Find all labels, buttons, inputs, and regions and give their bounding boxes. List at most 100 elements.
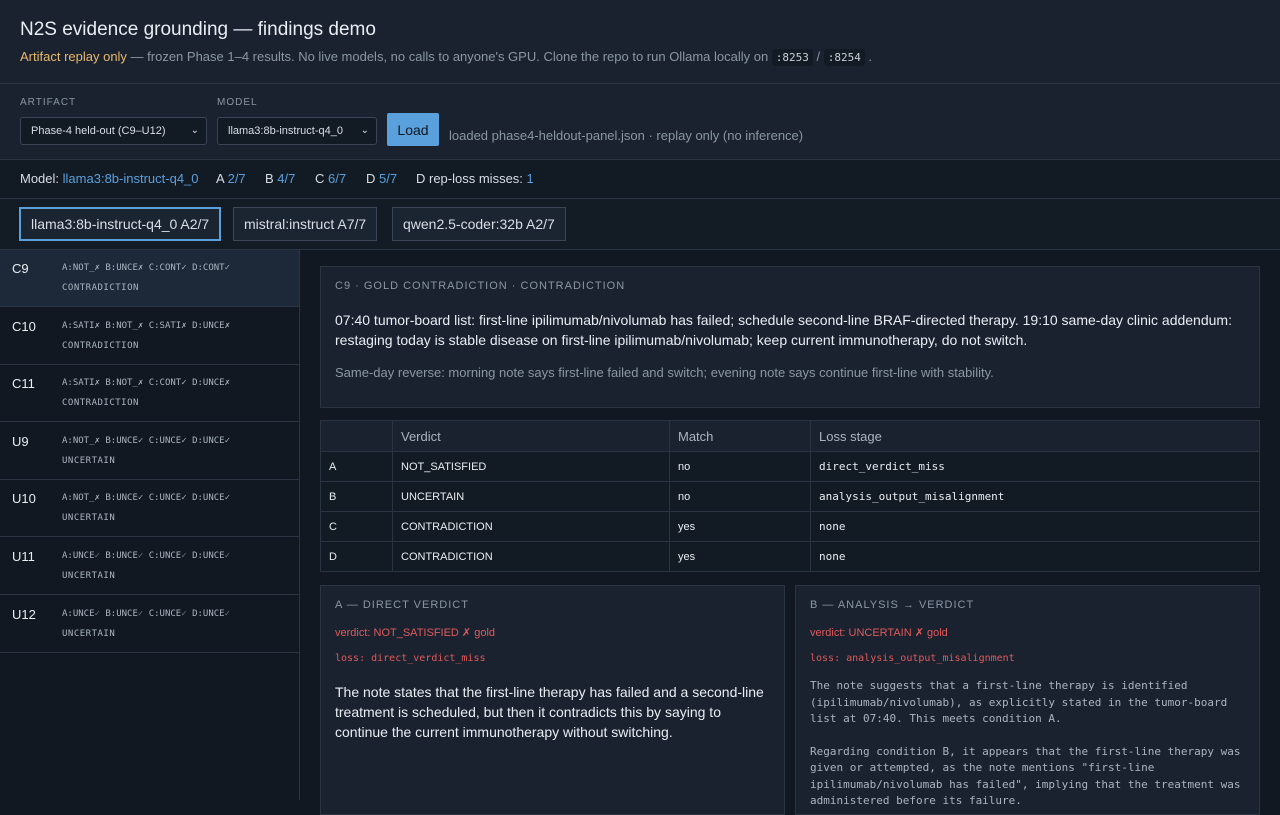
model-label: MODEL bbox=[217, 97, 258, 108]
case-gold: UNCERTAIN bbox=[62, 456, 116, 466]
case-detail-card: C9 · GOLD CONTRADICTION · CONTRADICTION … bbox=[320, 266, 1260, 408]
summary-a-value: 2/7 bbox=[227, 171, 246, 186]
case-id: C10 bbox=[12, 319, 36, 334]
model-select[interactable]: llama3:8b-instruct-q4_0 ⌄ bbox=[217, 117, 377, 145]
table-header bbox=[320, 420, 393, 452]
panel-analysis-verdict: B — ANALYSIS → VERDICT verdict: UNCERTAI… bbox=[795, 585, 1260, 815]
summary-b-value: 4/7 bbox=[277, 171, 296, 186]
tab-qwen[interactable]: qwen2.5-coder:32b A2/7 bbox=[392, 207, 566, 241]
page-title: N2S evidence grounding — findings demo bbox=[20, 19, 376, 40]
port-separator: / bbox=[812, 49, 824, 64]
summary-model: Model: llama3:8b-instruct-q4_0 bbox=[20, 171, 199, 186]
case-cells: A:NOT_✗ B:UNCE✗ C:CONT✓ D:CONT✓ bbox=[62, 263, 231, 273]
panel-a-heading: A — DIRECT VERDICT bbox=[335, 599, 469, 611]
case-item-u12[interactable]: U12 A:UNCE✓ B:UNCE✓ C:UNCE✓ D:UNCE✓ UNCE… bbox=[0, 596, 299, 653]
summary-c: C 6/7 bbox=[315, 171, 346, 186]
case-item-u11[interactable]: U11 A:UNCE✓ B:UNCE✓ C:UNCE✓ D:UNCE✓ UNCE… bbox=[0, 538, 299, 595]
model-summary: Model: llama3:8b-instruct-q4_0 A 2/7 B 4… bbox=[0, 160, 1280, 199]
port-a-chip: :8253 bbox=[771, 49, 813, 66]
loss-cell: none bbox=[810, 511, 1260, 542]
match-cell: no bbox=[669, 451, 811, 482]
summary-d-value: 5/7 bbox=[379, 171, 398, 186]
verdict-table: Verdict Match Loss stage A NOT_SATISFIED… bbox=[320, 420, 1260, 572]
panel-b-heading: B — ANALYSIS → VERDICT bbox=[810, 599, 975, 611]
panel-b-loss: loss: analysis_output_misalignment bbox=[810, 653, 1015, 664]
condition-cell: B bbox=[320, 481, 393, 512]
panel-b-verdict: verdict: UNCERTAIN ✗ gold bbox=[810, 627, 948, 639]
case-list: C9 A:NOT_✗ B:UNCE✗ C:CONT✓ D:CONT✓ CONTR… bbox=[0, 250, 300, 800]
tab-llama3[interactable]: llama3:8b-instruct-q4_0 A2/7 bbox=[19, 207, 222, 241]
condition-cell: A bbox=[320, 451, 393, 482]
case-item-u9[interactable]: U9 A:NOT_✗ B:UNCE✓ C:UNCE✓ D:UNCE✓ UNCER… bbox=[0, 423, 299, 480]
case-id: U12 bbox=[12, 607, 36, 622]
loss-cell: direct_verdict_miss bbox=[810, 451, 1260, 482]
table-header: Verdict bbox=[392, 420, 670, 452]
controls-bar: ARTIFACT Phase-4 held-out (C9–U12) ⌄ MOD… bbox=[0, 84, 1280, 160]
case-gold: CONTRADICTION bbox=[62, 398, 139, 408]
artifact-label: ARTIFACT bbox=[20, 97, 77, 108]
case-item-c11[interactable]: C11 A:SATI✗ B:NOT_✗ C:CONT✓ D:UNCE✗ CONT… bbox=[0, 365, 299, 422]
case-note-text: 07:40 tumor-board list: first-line ipili… bbox=[335, 312, 1232, 348]
summary-d-label: D bbox=[366, 171, 376, 186]
load-button[interactable]: Load bbox=[387, 113, 439, 146]
summary-a: A 2/7 bbox=[216, 171, 246, 186]
loss-cell: analysis_output_misalignment bbox=[810, 481, 1260, 512]
panel-b-paragraph: The note suggests that a first-line ther… bbox=[810, 679, 1228, 725]
artifact-select[interactable]: Phase-4 held-out (C9–U12) ⌄ bbox=[20, 117, 207, 145]
summary-b-label: B bbox=[265, 171, 274, 186]
panel-a-loss: loss: direct_verdict_miss bbox=[335, 653, 486, 664]
page-header: N2S evidence grounding — findings demo A… bbox=[0, 0, 1280, 84]
case-cells: A:UNCE✓ B:UNCE✓ C:UNCE✓ D:UNCE✓ bbox=[62, 609, 231, 619]
verdict-cell: UNCERTAIN bbox=[392, 481, 670, 512]
case-id: C11 bbox=[12, 376, 35, 391]
case-item-c9[interactable]: C9 A:NOT_✗ B:UNCE✗ C:CONT✓ D:CONT✓ CONTR… bbox=[0, 250, 299, 307]
table-header-row: Verdict Match Loss stage bbox=[320, 420, 1260, 452]
match-cell: yes bbox=[669, 541, 811, 572]
table-row: C CONTRADICTION yes none bbox=[320, 511, 1260, 542]
summary-c-label: C bbox=[315, 171, 325, 186]
case-cells: A:NOT_✗ B:UNCE✓ C:UNCE✓ D:UNCE✓ bbox=[62, 493, 231, 503]
tab-mistral[interactable]: mistral:instruct A7/7 bbox=[233, 207, 378, 241]
summary-c-value: 6/7 bbox=[328, 171, 347, 186]
case-cells: A:SATI✗ B:NOT_✗ C:CONT✓ D:UNCE✗ bbox=[62, 378, 231, 388]
case-detail-heading: C9 · GOLD CONTRADICTION · CONTRADICTION bbox=[335, 280, 626, 292]
match-cell: no bbox=[669, 481, 811, 512]
summary-a-label: A bbox=[216, 171, 224, 186]
condition-cell: C bbox=[320, 511, 393, 542]
case-gold: UNCERTAIN bbox=[62, 513, 116, 523]
port-b-chip: :8254 bbox=[823, 49, 865, 66]
summary-b: B 4/7 bbox=[265, 171, 295, 186]
case-gold: CONTRADICTION bbox=[62, 283, 139, 293]
artifact-select-value: Phase-4 held-out (C9–U12) bbox=[31, 125, 166, 137]
subtitle-text: — frozen Phase 1–4 results. No live mode… bbox=[126, 49, 772, 64]
loss-cell: none bbox=[810, 541, 1260, 572]
summary-model-label: Model: bbox=[20, 171, 60, 186]
case-item-u10[interactable]: U10 A:NOT_✗ B:UNCE✓ C:UNCE✓ D:UNCE✓ UNCE… bbox=[0, 480, 299, 537]
summary-rep-loss: D rep-loss misses: 1 bbox=[416, 171, 534, 186]
panel-direct-verdict: A — DIRECT VERDICT verdict: NOT_SATISFIE… bbox=[320, 585, 785, 815]
subtitle-end: . bbox=[864, 49, 873, 64]
case-gold: CONTRADICTION bbox=[62, 341, 139, 351]
case-cells: A:SATI✗ B:NOT_✗ C:SATI✗ D:UNCE✗ bbox=[62, 321, 231, 331]
case-gold: UNCERTAIN bbox=[62, 629, 116, 639]
table-header: Match bbox=[669, 420, 811, 452]
panel-b-text: The note suggests that a first-line ther… bbox=[810, 678, 1246, 814]
model-select-value: llama3:8b-instruct-q4_0 bbox=[228, 125, 343, 137]
condition-cell: D bbox=[320, 541, 393, 572]
model-tabs: llama3:8b-instruct-q4_0 A2/7 mistral:ins… bbox=[0, 199, 1280, 250]
match-cell: yes bbox=[669, 511, 811, 542]
table-row: A NOT_SATISFIED no direct_verdict_miss bbox=[320, 451, 1260, 482]
summary-rep-label: D rep-loss misses: bbox=[416, 171, 523, 186]
case-id: U10 bbox=[12, 491, 36, 506]
chevron-down-icon: ⌄ bbox=[190, 125, 199, 136]
table-row: D CONTRADICTION yes none bbox=[320, 541, 1260, 572]
case-gold: UNCERTAIN bbox=[62, 571, 116, 581]
verdict-cell: CONTRADICTION bbox=[392, 541, 670, 572]
summary-rep-value: 1 bbox=[526, 171, 534, 186]
case-item-c10[interactable]: C10 A:SATI✗ B:NOT_✗ C:SATI✗ D:UNCE✗ CONT… bbox=[0, 308, 299, 365]
load-status: loaded phase4-heldout-panel.json · repla… bbox=[449, 128, 804, 143]
verdict-cell: CONTRADICTION bbox=[392, 511, 670, 542]
summary-d: D 5/7 bbox=[366, 171, 397, 186]
verdict-cell: NOT_SATISFIED bbox=[392, 451, 670, 482]
case-description: Same-day reverse: morning note says firs… bbox=[335, 365, 994, 380]
